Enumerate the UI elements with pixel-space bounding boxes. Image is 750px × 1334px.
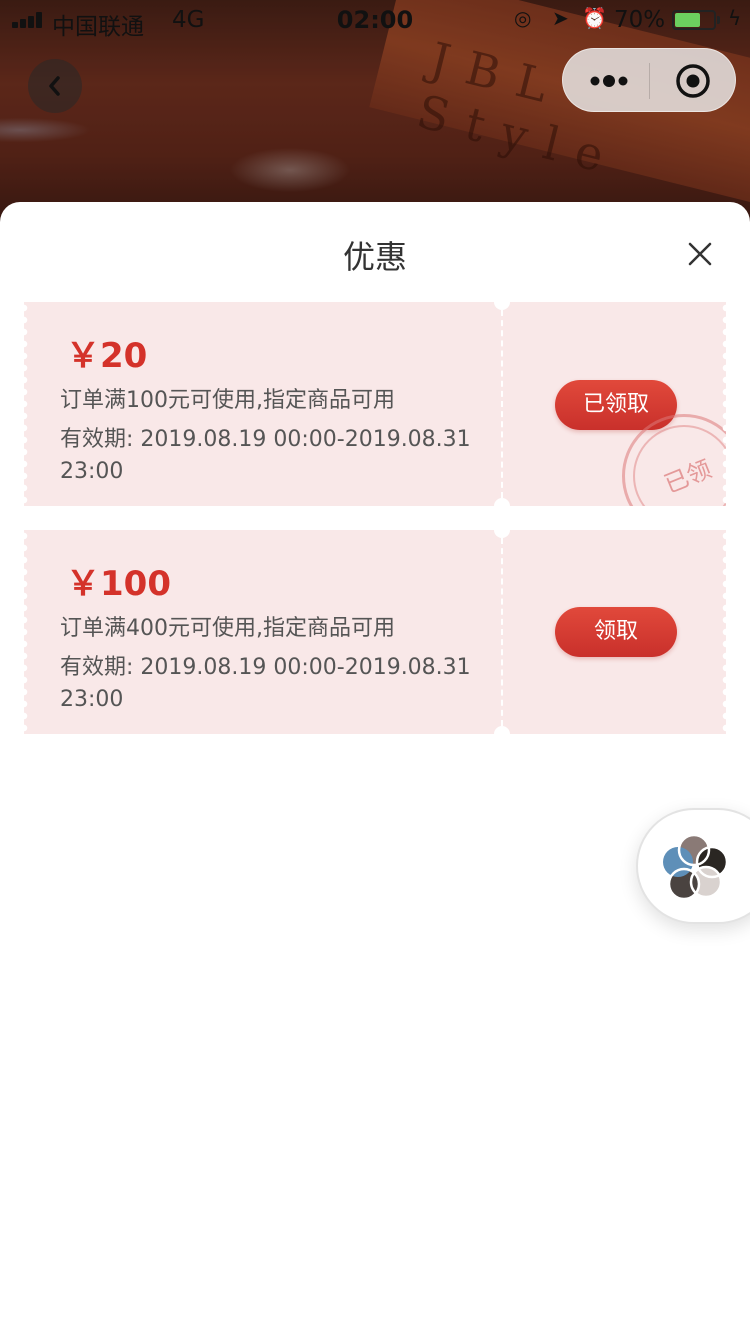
- petal-logo-icon: [663, 833, 729, 901]
- coupon-notch: [494, 302, 510, 310]
- battery-percentage: 70%: [614, 7, 666, 33]
- coupon-condition: 订单满100元可使用,指定商品可用: [60, 388, 395, 413]
- coupon-notch: [494, 726, 510, 734]
- alarm-icon: ⏰: [582, 6, 607, 30]
- close-x-icon[interactable]: [686, 240, 714, 268]
- coupon-notch: [494, 530, 510, 538]
- orientation-lock-icon: ◎: [514, 6, 532, 30]
- page: JBL Style 中国联通 4G 02:00 ◎ ➤ ⏰ 70% ϟ 优惠 ￥…: [0, 0, 750, 1334]
- coupon-validity: 有效期: 2019.08.19 00:00-2019.08.31 23:00: [60, 427, 471, 484]
- coupon-card: ￥20 订单满100元可使用,指定商品可用 有效期: 2019.08.19 00…: [24, 302, 726, 506]
- location-arrow-icon: ➤: [552, 6, 569, 30]
- battery-cap: [717, 16, 720, 24]
- back-button[interactable]: [28, 59, 82, 113]
- coupon-divider: [501, 538, 503, 726]
- coupon-amount: ￥100: [66, 564, 171, 604]
- coupon-condition: 订单满400元可使用,指定商品可用: [60, 616, 395, 641]
- battery-level-fill: [675, 13, 700, 27]
- coupon-notch: [494, 498, 510, 506]
- sheet-title: 优惠: [342, 238, 407, 276]
- status-bar: 中国联通 4G 02:00 ◎ ➤ ⏰ 70% ϟ: [0, 0, 750, 40]
- coupon-validity: 有效期: 2019.08.19 00:00-2019.08.31 23:00: [60, 655, 471, 712]
- battery-icon: [672, 10, 716, 30]
- chevron-left-icon: [49, 76, 60, 96]
- coupon-sheet: 优惠 ￥20 订单满100元可使用,指定商品可用 有效期: 2019.08.19…: [0, 202, 750, 1334]
- target-circle-icon[interactable]: [675, 63, 711, 99]
- coupon-card: ￥100 订单满400元可使用,指定商品可用 有效期: 2019.08.19 0…: [24, 530, 726, 734]
- floating-action-button[interactable]: [636, 808, 750, 924]
- mini-program-capsule: [562, 48, 736, 112]
- charging-bolt-icon: ϟ: [728, 6, 742, 30]
- more-dots-icon[interactable]: [589, 71, 629, 91]
- coupon-divider: [501, 310, 503, 498]
- coupon-amount: ￥20: [66, 336, 148, 376]
- capsule-divider: [649, 63, 650, 99]
- claim-button[interactable]: 领取: [555, 607, 677, 657]
